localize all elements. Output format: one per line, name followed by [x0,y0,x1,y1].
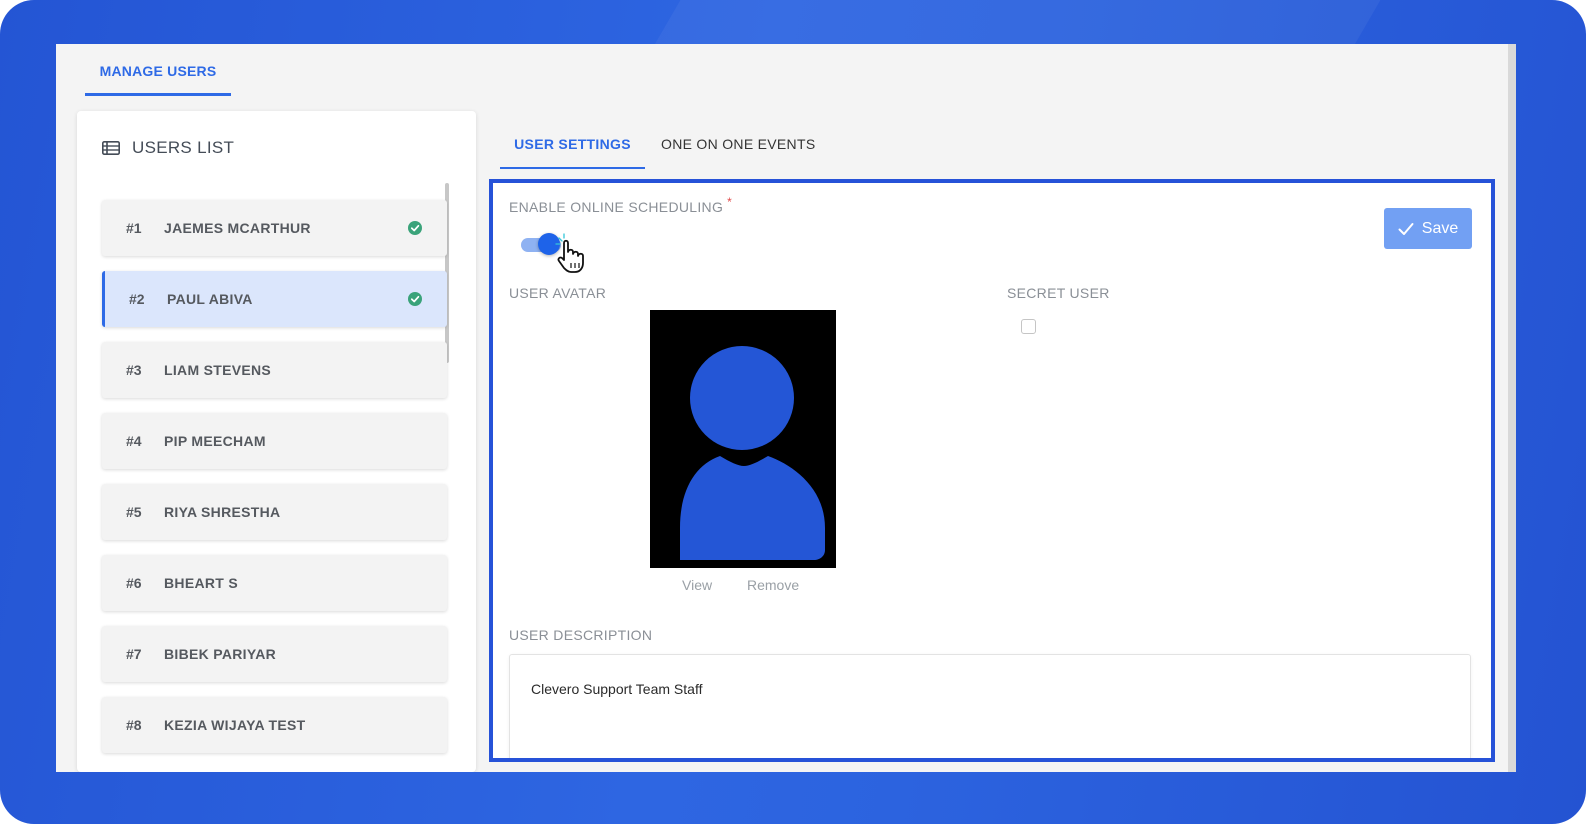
users-list: #1 JAEMES MCARTHUR #2 PAUL ABIVA #3 LIAM STEV… [102,200,447,768]
users-list-card: USERS LIST #1 JAEMES MCARTHUR #2 PAUL ABIVA… [77,111,476,772]
hand-pointer-icon [555,233,584,273]
users-list-header: USERS LIST [102,138,234,158]
person-silhouette-icon [650,310,836,568]
app-window: MANAGE USERS USERS LIST #1 JAEMES MCARTHU… [56,44,1516,772]
secret-user-checkbox[interactable] [1021,319,1036,334]
enable-scheduling-label: ENABLE ONLINE SCHEDULING * [509,195,732,215]
user-name: BIBEK PARIYAR [164,646,277,662]
user-list-item[interactable]: #3 LIAM STEVENS [102,342,447,398]
view-avatar-link[interactable]: View [682,577,712,593]
save-button-label: Save [1421,219,1459,237]
user-settings-panel: ENABLE ONLINE SCHEDULING * Save USER AVA… [489,179,1495,762]
user-number: #2 [129,291,145,307]
secret-user-label: SECRET USER [1007,285,1110,301]
table-list-icon [102,141,120,155]
save-button[interactable]: Save [1384,208,1472,249]
enable-scheduling-text: ENABLE ONLINE SCHEDULING [509,199,724,215]
remove-avatar-link[interactable]: Remove [747,577,799,593]
user-number: #7 [126,646,142,662]
user-avatar-label: USER AVATAR [509,285,607,301]
tab-user-settings-label: USER SETTINGS [514,136,631,152]
user-name: RIYA SHRESTHA [164,504,281,520]
user-list-item[interactable]: #7 BIBEK PARIYAR [102,626,447,682]
user-number: #6 [126,575,142,591]
window-scrollbar[interactable] [1508,44,1516,772]
user-description-value: Clevero Support Team Staff [531,681,703,697]
checkmark-icon [1398,222,1414,235]
check-circle-icon [408,221,422,235]
user-number: #5 [126,504,142,520]
user-name: LIAM STEVENS [164,362,272,378]
users-list-title: USERS LIST [132,138,235,157]
user-number: #4 [126,433,142,449]
user-number: #3 [126,362,142,378]
user-list-item[interactable]: #6 BHEART S [102,555,447,611]
required-asterisk: * [727,195,733,209]
user-description-label: USER DESCRIPTION [509,627,653,643]
tab-manage-users-label: MANAGE USERS [99,63,217,79]
user-name: KEZIA WIJAYA TEST [164,717,306,733]
user-name: PAUL ABIVA [167,291,253,307]
tab-user-settings[interactable]: USER SETTINGS [500,124,645,169]
user-name: JAEMES MCARTHUR [164,220,311,236]
user-number: #1 [126,220,142,236]
user-list-item[interactable]: #2 PAUL ABIVA [102,271,447,327]
user-name: PIP MEECHAM [164,433,266,449]
presentation-frame: MANAGE USERS USERS LIST #1 JAEMES MCARTHU… [0,0,1586,824]
user-number: #8 [126,717,142,733]
tab-manage-users[interactable]: MANAGE USERS [85,44,231,96]
user-description-field[interactable]: Clevero Support Team Staff [509,654,1471,758]
tab-one-on-one-events[interactable]: ONE ON ONE EVENTS [661,136,815,152]
user-list-item[interactable]: #4 PIP MEECHAM [102,413,447,469]
user-list-item[interactable]: #5 RIYA SHRESTHA [102,484,447,540]
user-name: BHEART S [164,575,238,591]
check-circle-icon [408,292,422,306]
user-list-item[interactable]: #8 KEZIA WIJAYA TEST [102,697,447,753]
user-list-item[interactable]: #1 JAEMES MCARTHUR [102,200,447,256]
